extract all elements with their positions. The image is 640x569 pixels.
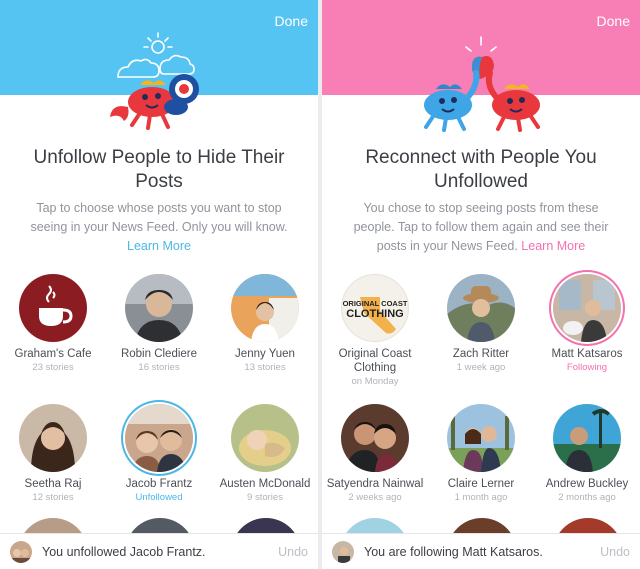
- person-status: Following: [566, 362, 608, 373]
- unfollow-toast: You unfollowed Jacob Frantz. Undo: [0, 533, 318, 569]
- undo-button[interactable]: Undo: [278, 545, 308, 559]
- person-card[interactable]: Zach Ritter 1 week ago: [428, 274, 534, 396]
- avatar: [447, 274, 515, 342]
- person-photo-icon: [553, 274, 621, 342]
- person-photo-icon: [341, 404, 409, 472]
- avatar: [553, 404, 621, 472]
- brand-logo-line: ORIGINAL COAST: [342, 299, 408, 308]
- person-card[interactable]: Seetha Raj 12 stories: [0, 404, 106, 526]
- avatar: ORIGINAL COAST CLOTHING: [341, 274, 409, 342]
- person-card[interactable]: Austen McDonald 9 stories: [212, 404, 318, 526]
- person-status: Unfollowed: [135, 492, 183, 503]
- person-status: 23 stories: [32, 362, 74, 373]
- person-name: Claire Lerner: [447, 478, 515, 490]
- person-card[interactable]: Andrew Buckley 2 months ago: [534, 404, 640, 526]
- avatar: [125, 274, 193, 342]
- person-photo-icon: [447, 404, 515, 472]
- person-status: 9 stories: [247, 492, 283, 503]
- person-status: on Monday: [351, 376, 399, 387]
- person-name: Zach Ritter: [452, 348, 510, 360]
- person-card[interactable]: Claire Lerner 1 month ago: [428, 404, 534, 526]
- person-photo-icon: [447, 274, 515, 342]
- avatar: [332, 540, 354, 563]
- toast-message: You are following Matt Katsaros.: [364, 544, 543, 559]
- person-status: 13 stories: [244, 362, 286, 373]
- person-name: Andrew Buckley: [545, 478, 629, 490]
- avatar: [125, 404, 193, 472]
- person-status: 16 stories: [138, 362, 180, 373]
- person-name: Graham's Cafe: [14, 348, 92, 360]
- description-text: Tap to choose whose posts you want to st…: [30, 201, 288, 234]
- baby-photo-icon: [231, 404, 299, 472]
- person-photo-icon: [553, 404, 621, 472]
- person-status: 1 week ago: [456, 362, 506, 373]
- avatar: [19, 404, 87, 472]
- person-name: Matt Katsaros: [551, 348, 623, 360]
- person-status: 2 months ago: [558, 492, 616, 503]
- following-toast: You are following Matt Katsaros. Undo: [322, 533, 640, 569]
- person-name: Seetha Raj: [24, 478, 82, 490]
- person-name: Original Coast Clothing: [338, 348, 412, 374]
- undo-button[interactable]: Undo: [600, 545, 630, 559]
- reconnect-panel: Done Reconnect with People You Unfollowe…: [322, 0, 640, 569]
- page-title: Unfollow People to Hide Their Posts: [33, 147, 285, 192]
- avatar: [231, 274, 299, 342]
- person-photo-icon: [231, 274, 299, 342]
- avatar: [553, 274, 621, 342]
- person-name: Austen McDonald: [219, 478, 311, 490]
- person-card[interactable]: Satyendra Nainwal 2 weeks ago: [322, 404, 428, 526]
- toast-message: You unfollowed Jacob Frantz.: [42, 544, 206, 559]
- person-photo-icon: [332, 540, 354, 563]
- person-status: 1 month ago: [454, 492, 508, 503]
- person-card[interactable]: Graham's Cafe 23 stories: [0, 274, 106, 396]
- brand-logo-line: CLOTHING: [346, 308, 404, 320]
- person-card[interactable]: Robin Clediere 16 stories: [106, 274, 212, 396]
- person-card[interactable]: Jenny Yuen 13 stories: [212, 274, 318, 396]
- crabs-heart-illustration-icon: [424, 36, 540, 132]
- person-photo-icon: [19, 404, 87, 472]
- person-card[interactable]: Matt Katsaros Following: [534, 274, 640, 396]
- page-title: Reconnect with People You Unfollowed: [365, 147, 597, 192]
- learn-more-link[interactable]: Learn More: [521, 239, 585, 253]
- people-grid: ORIGINAL COAST CLOTHING Original Coast C…: [322, 274, 640, 526]
- avatar: [10, 540, 32, 563]
- person-name: Jacob Frantz: [125, 478, 193, 490]
- person-photo-icon: [10, 540, 32, 563]
- unfollow-panel: Done Unfollow People to Hide Their Posts…: [0, 0, 318, 569]
- people-grid: Graham's Cafe 23 stories Robin Clediere …: [0, 274, 318, 526]
- avatar: [19, 274, 87, 342]
- person-status: 12 stories: [32, 492, 74, 503]
- person-photo-icon: [125, 404, 193, 472]
- person-photo-icon: [125, 274, 193, 342]
- person-name: Jenny Yuen: [235, 348, 295, 360]
- person-name: Satyendra Nainwal: [326, 478, 424, 490]
- crab-cloud-illustration-icon: [110, 32, 199, 130]
- learn-more-link[interactable]: Learn More: [22, 237, 296, 256]
- person-status: 2 weeks ago: [348, 492, 402, 503]
- avatar: [231, 404, 299, 472]
- avatar: [447, 404, 515, 472]
- page-description: Tap to choose whose posts you want to st…: [0, 199, 318, 256]
- coffee-cup-icon: [19, 274, 87, 342]
- person-card[interactable]: ORIGINAL COAST CLOTHING Original Coast C…: [322, 274, 428, 396]
- page-description: You chose to stop seeing posts from thes…: [322, 199, 640, 256]
- person-card[interactable]: Jacob Frantz Unfollowed: [106, 404, 212, 526]
- person-name: Robin Clediere: [120, 348, 198, 360]
- avatar: [341, 404, 409, 472]
